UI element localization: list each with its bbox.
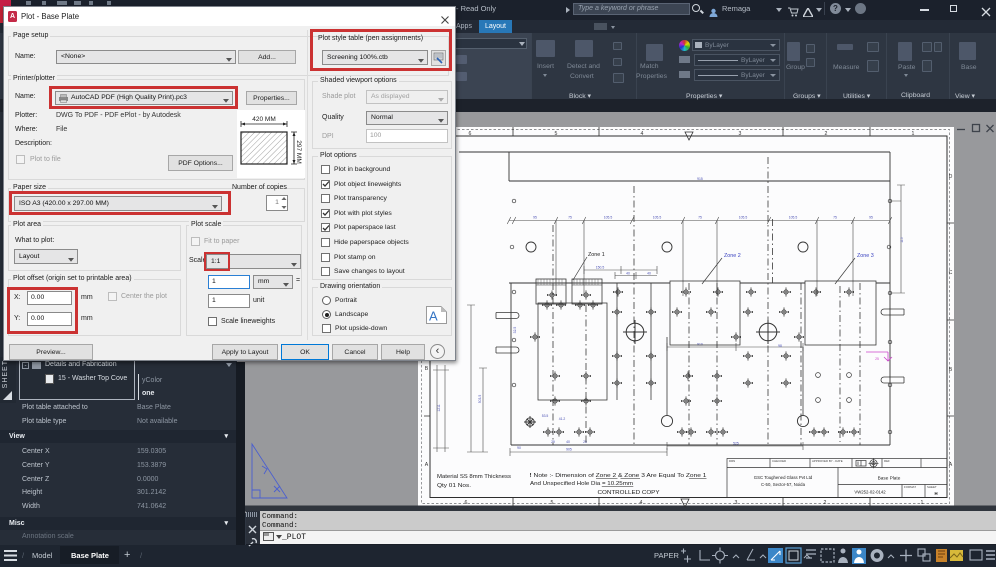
svg-text:4: 4 [640,500,643,506]
svg-text:Zone 1: Zone 1 [588,252,605,258]
svg-text:Zone 2: Zone 2 [724,253,741,259]
svg-text:And Unspecified Hole Dia = 10.: And Unspecified Hole Dia = 10.25mm [530,481,633,487]
svg-text:CONTROLLED COPY: CONTROLLED COPY [598,490,660,496]
svg-text:32.5: 32.5 [513,327,517,334]
svg-text:40: 40 [566,440,570,444]
svg-text:41.2: 41.2 [559,417,566,421]
svg-text:105.5: 105.5 [739,216,748,220]
svg-text:5: 5 [551,500,554,506]
svg-text:503.5: 503.5 [478,395,482,404]
svg-text:3: 3 [735,500,738,506]
svg-text:525: 525 [733,442,739,446]
svg-text:CHECKED: CHECKED [772,459,786,463]
svg-text:H: H [934,491,937,496]
svg-text:105.5: 105.5 [653,216,662,220]
svg-text:Zone 3: Zone 3 [857,253,874,259]
svg-text:6: 6 [469,131,472,137]
svg-text:REF: REF [884,459,890,463]
svg-text:Material SS 8mm Thickness: Material SS 8mm Thickness [437,474,511,480]
svg-text:DRN: DRN [729,459,735,463]
svg-text:40: 40 [626,272,630,276]
svg-text:Qty 01 Nos.: Qty 01 Nos. [437,483,471,489]
svg-text:B: B [425,366,429,372]
svg-text:90: 90 [517,446,521,450]
svg-text:75: 75 [698,216,702,220]
svg-text:A: A [429,309,438,324]
svg-text:915: 915 [697,177,703,181]
svg-text:C: C [949,270,953,276]
svg-text:110: 110 [900,237,904,243]
svg-text:40: 40 [647,272,651,276]
svg-text:Base Plate: Base Plate [878,476,901,481]
svg-text:910: 910 [697,343,703,347]
svg-text:VW252-02-0142: VW252-02-0142 [854,490,886,495]
svg-text:1: 1 [921,500,924,506]
svg-text:25: 25 [875,357,879,361]
svg-text:FORMAT: FORMAT [904,485,916,489]
svg-text:D: D [949,174,953,180]
svg-text:B: B [949,367,953,373]
svg-text:C-50, Sector-57, Noida: C-50, Sector-57, Noida [761,482,806,487]
svg-text:1211: 1211 [437,404,441,411]
svg-text:95: 95 [533,216,537,220]
svg-text:5: 5 [555,131,558,137]
svg-text:A: A [949,462,953,468]
svg-text:905: 905 [566,448,572,452]
svg-text:3: 3 [739,131,742,137]
svg-text:SHEET: SHEET [927,485,937,489]
svg-text:420 MM: 420 MM [252,116,275,123]
svg-text:98: 98 [778,344,782,348]
svg-text:APPROVED BY - DATE: APPROVED BY - DATE [812,459,843,463]
svg-text:53.5: 53.5 [542,414,549,418]
svg-text:95: 95 [869,216,873,220]
svg-text:75: 75 [833,216,837,220]
svg-text:105.5: 105.5 [604,216,613,220]
svg-text:150.5: 150.5 [596,266,605,270]
svg-text:4: 4 [641,131,644,137]
svg-text:6: 6 [465,500,468,506]
svg-text:2: 2 [824,500,827,506]
svg-text:A: A [425,462,429,468]
svg-text:1: 1 [912,131,915,137]
svg-text:105.5: 105.5 [789,216,798,220]
svg-text:297 MM: 297 MM [295,140,302,163]
svg-text:GSC Toughened Glass Pvt Ltd: GSC Toughened Glass Pvt Ltd [754,475,813,480]
svg-text:! Note :- Dimension of Zone 2: ! Note :- Dimension of Zone 2 & Zone 3 A… [530,473,707,479]
svg-text:2: 2 [825,131,828,137]
svg-text:29: 29 [583,440,587,444]
svg-text:75: 75 [568,216,572,220]
